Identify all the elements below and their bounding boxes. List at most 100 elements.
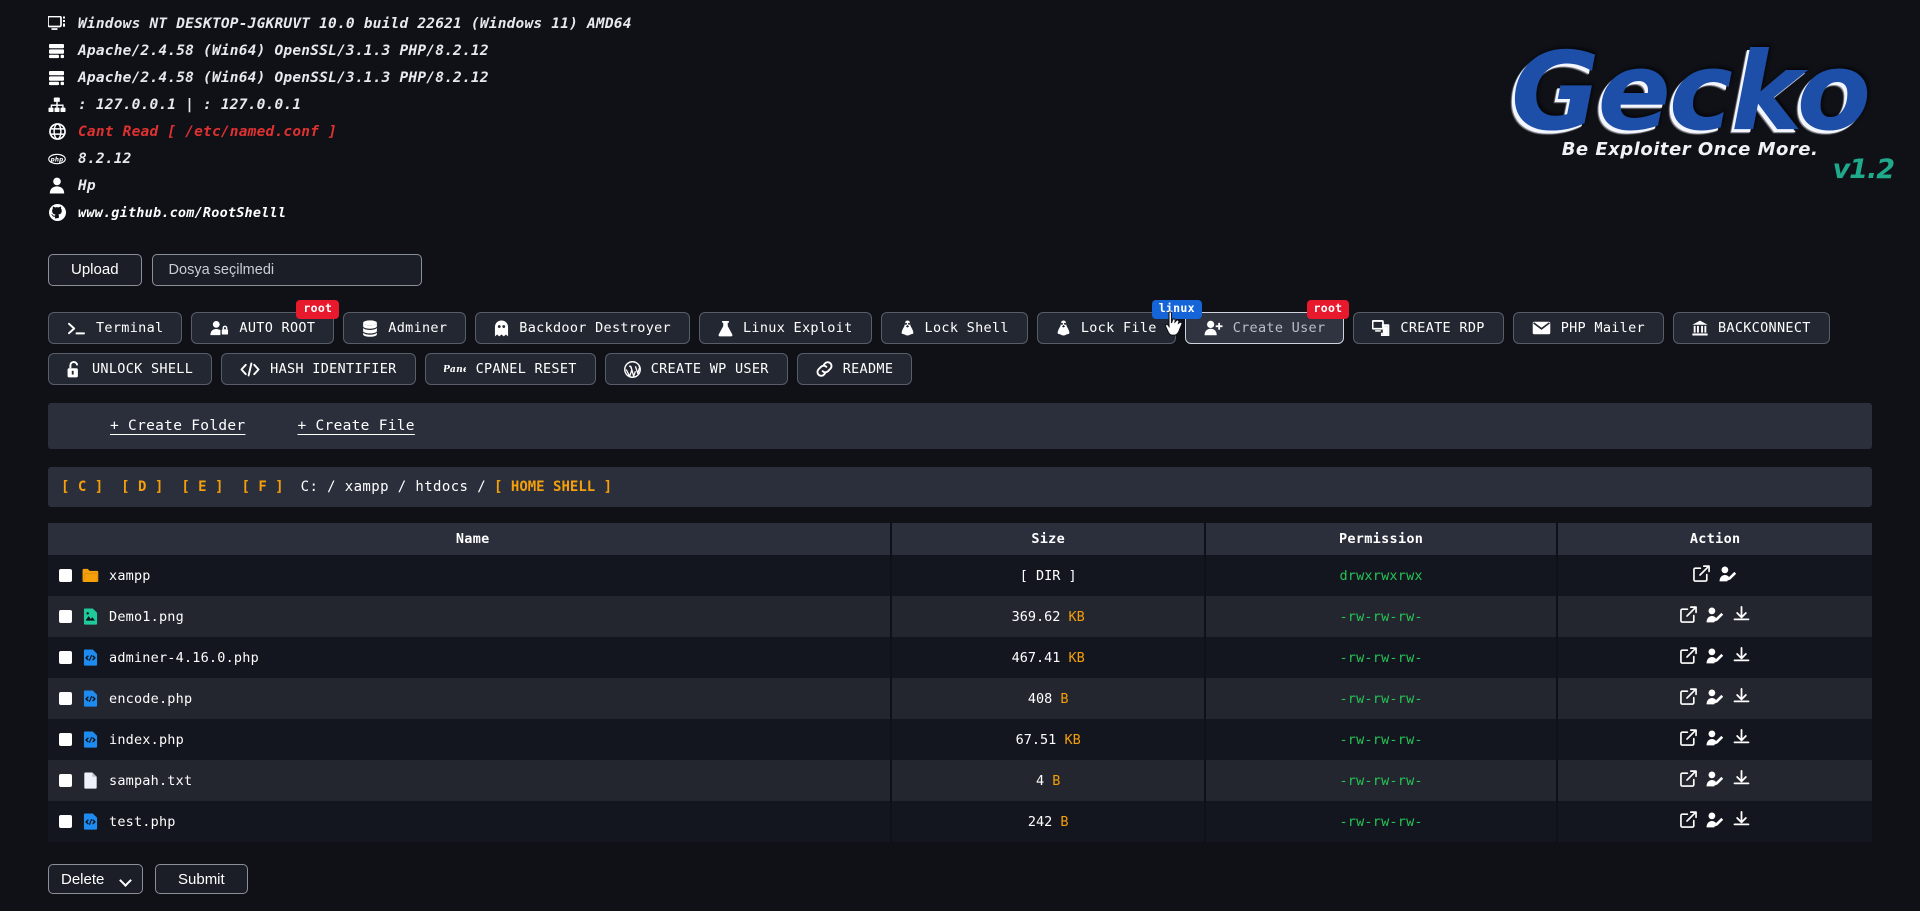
edit-icon[interactable] [1680,729,1698,746]
create-folder-link[interactable]: + Create Folder [110,418,245,434]
cell-action [1557,555,1872,596]
permission-value[interactable]: -rw-rw-rw- [1339,650,1422,666]
cell-size: 4 B [891,760,1206,801]
system-info-row: Apache/2.4.58 (Win64) OpenSSL/3.1.3 PHP/… [48,37,1872,64]
row-checkbox[interactable] [59,774,72,787]
file-name-link[interactable]: adminer-4.16.0.php [109,650,259,666]
drive-link[interactable]: [ D ] [112,479,172,495]
row-checkbox[interactable] [59,692,72,705]
edit-icon[interactable] [1680,811,1698,828]
drive-link[interactable]: [ F ] [232,479,292,495]
breadcrumb-path[interactable]: C: / xampp / htdocs / [301,479,486,495]
tool-button-hash-identifier[interactable]: HASH IDENTIFIER [221,353,416,385]
download-icon[interactable] [1733,606,1750,623]
edit-icon[interactable] [1680,688,1698,705]
file-name-link[interactable]: xampp [109,568,151,584]
rename-icon[interactable] [1719,565,1737,582]
edit-icon[interactable] [1680,647,1698,664]
drive-link[interactable]: [ E ] [172,479,232,495]
edit-icon[interactable] [1680,770,1698,787]
system-info-text: Windows NT DESKTOP-JGKRUVT 10.0 build 22… [78,15,632,32]
submit-button[interactable]: Submit [155,864,248,894]
tool-button-linux-exploit[interactable]: Linux Exploit [698,312,872,344]
permission-value[interactable]: -rw-rw-rw- [1339,609,1422,625]
rename-icon[interactable] [1706,729,1724,746]
tool-row-2: UNLOCK SHELL HASH IDENTIFIER cPanel CPANEL … [48,353,1872,385]
php-file-icon [82,731,99,748]
server-icon [48,69,66,87]
permission-value[interactable]: -rw-rw-rw- [1339,814,1422,830]
tool-button-cpanel-reset[interactable]: cPanel CPANEL RESET [424,353,596,385]
download-icon[interactable] [1733,688,1750,705]
table-row: adminer-4.16.0.php 467.41 KB -rw-rw-rw- [48,637,1872,678]
file-name-link[interactable]: index.php [109,732,184,748]
upload-button[interactable]: Upload [48,254,142,286]
rename-icon[interactable] [1706,647,1724,664]
file-name-link[interactable]: encode.php [109,691,192,707]
permission-value[interactable]: -rw-rw-rw- [1339,773,1422,789]
tool-button-php-mailer[interactable]: PHP Mailer [1512,312,1664,344]
wordpress-icon [623,360,641,378]
permission-value[interactable]: -rw-rw-rw- [1339,732,1422,748]
row-checkbox[interactable] [59,569,72,582]
rename-icon[interactable] [1706,606,1724,623]
download-icon[interactable] [1733,647,1750,664]
row-checkbox[interactable] [59,733,72,746]
row-checkbox[interactable] [59,815,72,828]
rename-icon[interactable] [1706,688,1724,705]
cell-name: Demo1.png [48,596,893,637]
cell-permission: -rw-rw-rw- [1204,637,1559,678]
action-icons [1680,688,1750,705]
bulk-action-bar: Delete Submit [48,864,1872,894]
tool-button-backdoor-destroyer[interactable]: Backdoor Destroyer [475,312,690,344]
tool-button-backconnect[interactable]: BACKCONNECT [1672,312,1830,344]
tool-button-create-rdp[interactable]: CREATE RDP [1353,312,1504,344]
tool-button-terminal[interactable]: Terminal [48,312,183,344]
file-name-link[interactable]: Demo1.png [109,609,184,625]
row-checkbox[interactable] [59,610,72,623]
home-shell-link[interactable]: [ HOME SHELL ] [494,479,612,495]
download-icon[interactable] [1733,729,1750,746]
action-icons [1693,565,1737,582]
tool-button-lock-shell[interactable]: Lock Shell [880,312,1028,344]
file-name-link[interactable]: test.php [109,814,176,830]
tool-button-readme[interactable]: README [796,353,913,385]
tool-button-auto-root[interactable]: root AUTO ROOT [191,300,340,344]
path-bar: [ C ][ D ][ E ][ F ] C: / xampp / htdocs … [48,467,1872,507]
tux-icon [900,319,915,337]
drive-link[interactable]: [ C ] [52,479,112,495]
tool-button-create-user[interactable]: linux root Create User [1151,300,1350,344]
cell-permission: -rw-rw-rw- [1204,719,1559,760]
edit-icon[interactable] [1693,565,1711,582]
size-value: 67.51 [1015,731,1057,748]
rename-icon[interactable] [1706,770,1724,787]
table-row: index.php 67.51 KB -rw-rw-rw- [48,719,1872,760]
system-info-row: Apache/2.4.58 (Win64) OpenSSL/3.1.3 PHP/… [48,64,1872,91]
tool-button-adminer[interactable]: Adminer [343,312,467,344]
folder-icon [82,567,99,584]
server-icon [48,42,66,60]
bulk-action-select[interactable]: Delete [48,864,143,894]
link-icon [816,361,833,377]
download-icon[interactable] [1733,770,1750,787]
size-value: 467.41 [1011,649,1061,666]
row-checkbox[interactable] [59,651,72,664]
tool-button-create-wp-user[interactable]: CREATE WP USER [604,353,788,385]
cell-size: 67.51 KB [891,719,1206,760]
system-info-row: : 127.0.0.1 | : 127.0.0.1 [48,91,1872,118]
download-icon[interactable] [1733,811,1750,828]
file-input[interactable]: Dosya seçilmedi [151,254,422,286]
edit-icon[interactable] [1680,606,1698,623]
permission-value[interactable]: drwxrwxrwx [1339,568,1422,584]
rename-icon[interactable] [1706,811,1724,828]
permission-value[interactable]: -rw-rw-rw- [1339,691,1422,707]
tool-button-unlock-shell[interactable]: UNLOCK SHELL [48,353,213,385]
cell-action [1557,801,1872,842]
user-icon [48,177,66,195]
monitor-icon [48,15,66,33]
system-info-row: www.github.com/RootShelll [48,199,1872,226]
tool-button-label: Terminal [96,320,164,336]
file-name-link[interactable]: sampah.txt [109,773,192,789]
svg-text:cPanel: cPanel [444,364,466,375]
create-file-link[interactable]: + Create File [297,418,414,434]
